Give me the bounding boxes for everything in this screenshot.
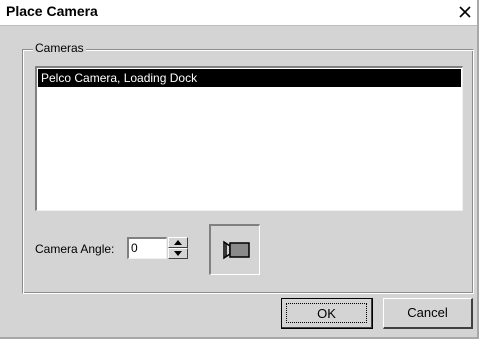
list-item[interactable]: Pelco Camera, Loading Dock [38,69,461,87]
title-bar[interactable]: Place Camera [0,0,477,26]
dialog-title: Place Camera [6,3,98,19]
ok-button-label: OK [286,303,367,323]
video-camera-icon [223,240,250,260]
spin-up-button[interactable] [168,237,188,248]
place-camera-dialog: Place Camera Cameras Pelco Camera, Loadi… [0,0,479,339]
arrow-down-icon [174,251,182,256]
camera-angle-spinner[interactable] [168,237,188,259]
ok-button[interactable]: OK [281,298,373,329]
close-button[interactable] [457,4,473,19]
camera-angle-input[interactable]: 0 [127,237,167,259]
cameras-listbox[interactable]: Pelco Camera, Loading Dock [35,66,463,211]
cancel-button[interactable]: Cancel [383,298,473,329]
close-icon [459,6,471,18]
camera-angle-label: Camera Angle: [35,242,115,256]
camera-preview [209,224,260,275]
cameras-group-label: Cameras [33,41,86,55]
arrow-up-icon [174,240,182,245]
spin-down-button[interactable] [168,248,188,259]
